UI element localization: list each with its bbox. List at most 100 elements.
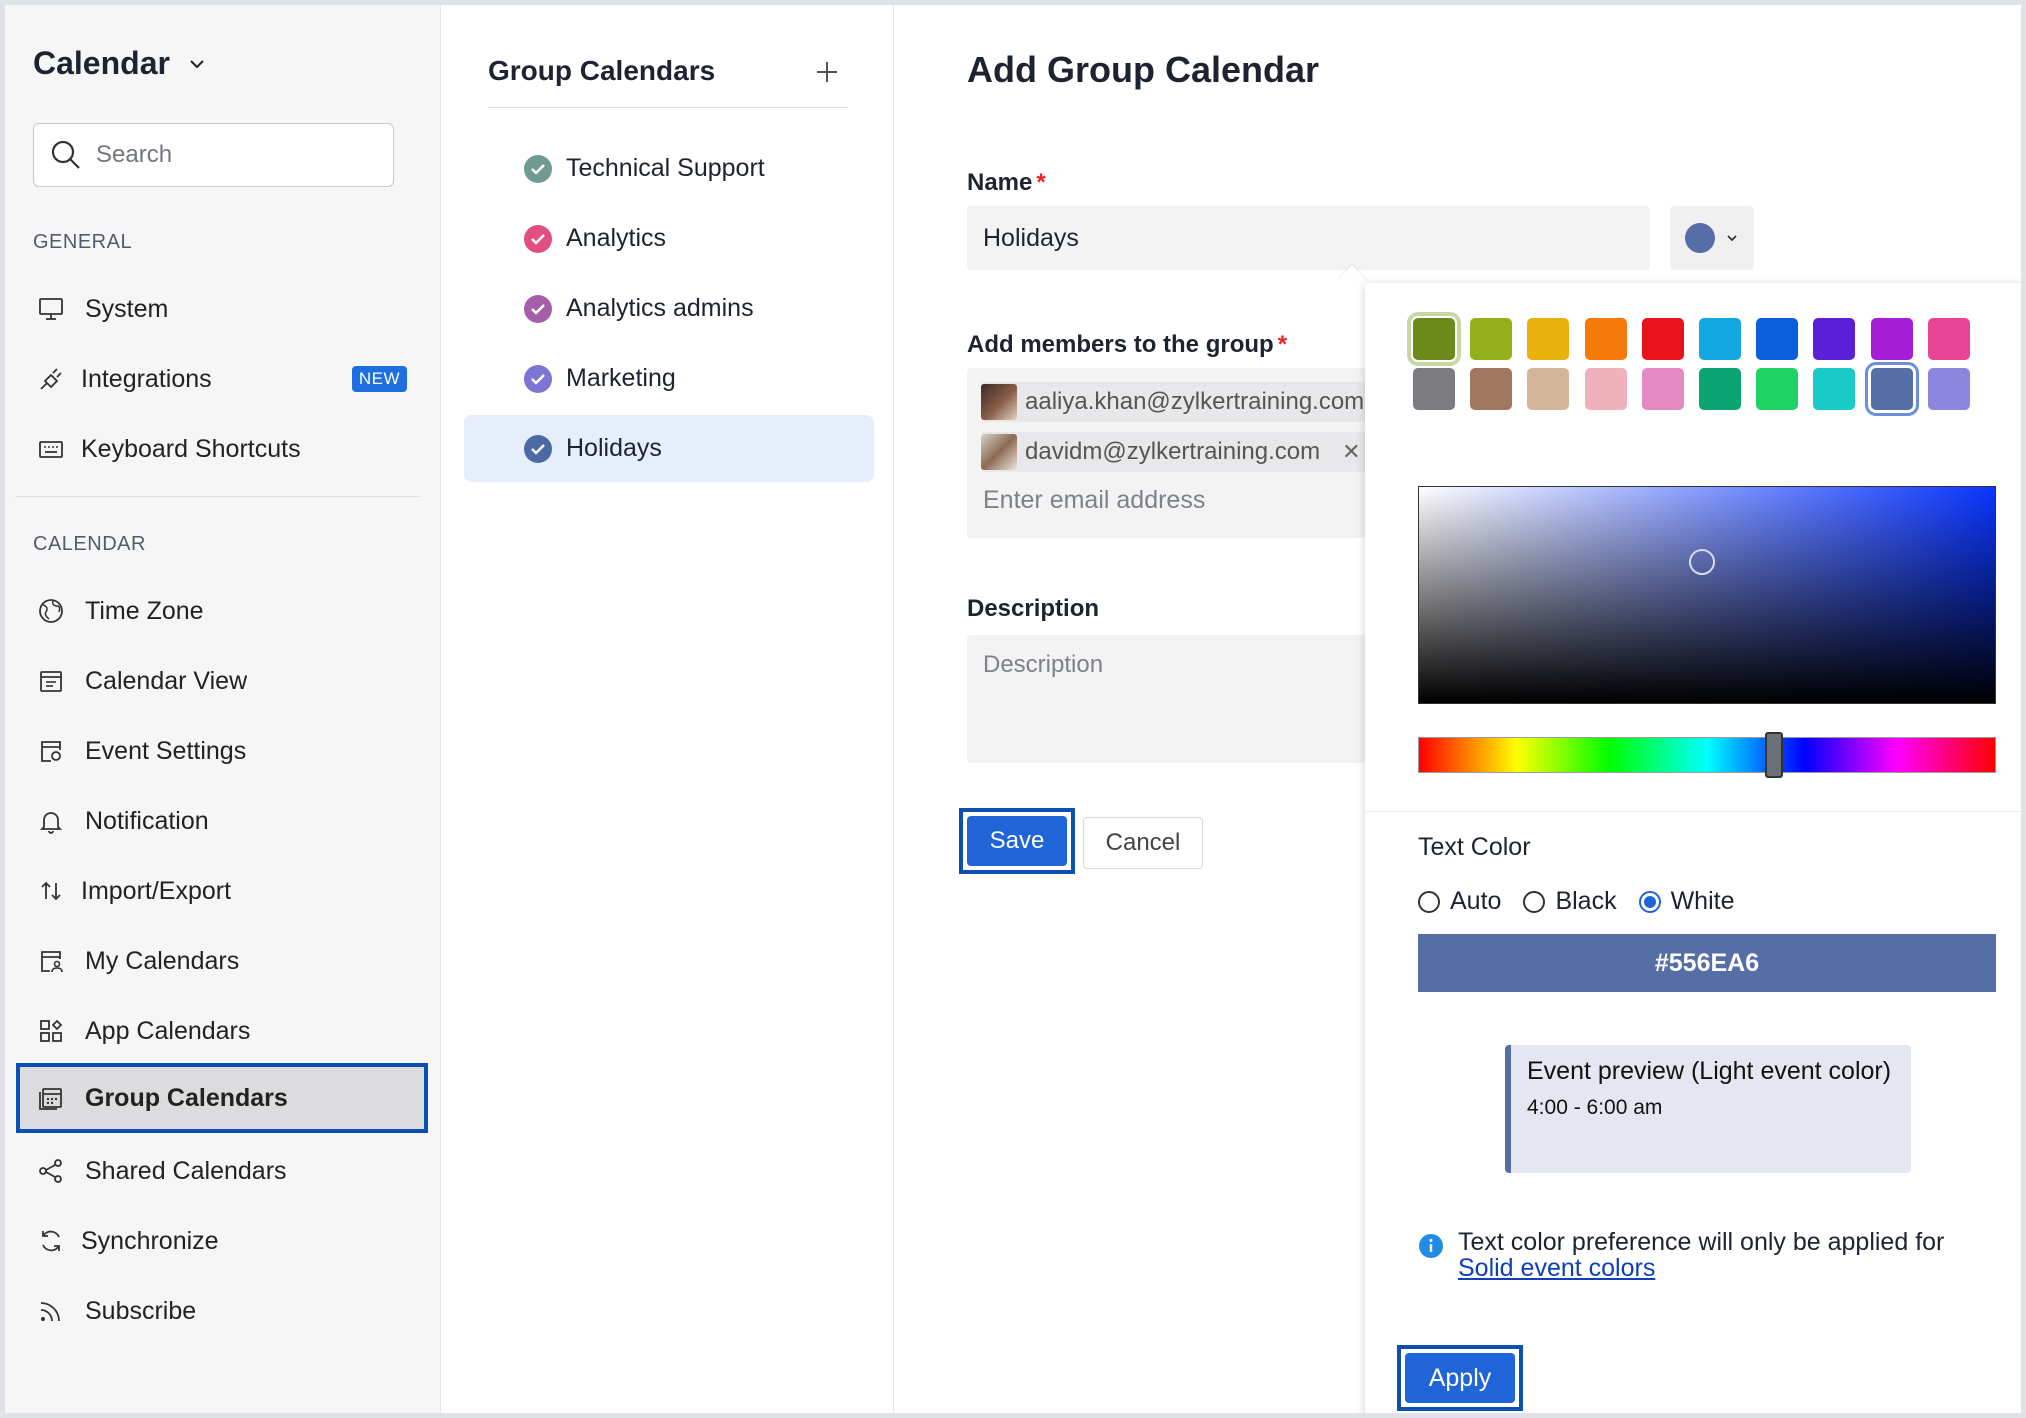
preview-title: Event preview (Light event color)	[1527, 1057, 1892, 1085]
sidebar-item-label: Notification	[85, 806, 209, 835]
color-swatch[interactable]	[1413, 368, 1455, 410]
app-switcher[interactable]: Calendar	[33, 45, 206, 82]
radio-circle[interactable]	[1418, 890, 1440, 913]
sidebar-item-keyboard-shortcuts[interactable]: Keyboard Shortcuts	[15, 417, 427, 481]
group-item-label: Marketing	[566, 364, 676, 392]
color-swatch[interactable]	[1927, 318, 1970, 360]
panel-title: Group Calendars	[488, 55, 716, 86]
sidebar-item-notification[interactable]: Notification	[15, 789, 427, 853]
sidebar-item-calendar-view[interactable]: Calendar View	[15, 649, 427, 713]
color-swatch[interactable]	[1699, 318, 1741, 360]
color-swatch[interactable]	[1756, 368, 1799, 410]
sidebar-item-system[interactable]: System	[15, 277, 427, 341]
color-swatch[interactable]	[1699, 368, 1741, 410]
description-field[interactable]: Description	[967, 635, 1397, 763]
group-item-label: Holidays	[566, 434, 662, 462]
description-label: Description	[967, 595, 1100, 622]
search-icon	[51, 140, 80, 169]
new-badge: NEW	[351, 366, 407, 392]
save-button-highlight: Save	[959, 808, 1075, 874]
apps-icon	[40, 1019, 63, 1042]
check-circle-icon[interactable]	[524, 364, 552, 393]
email-input-placeholder[interactable]: Enter email address	[983, 486, 1205, 515]
color-swatch[interactable]	[1584, 368, 1627, 410]
color-swatch[interactable]	[1864, 362, 1919, 416]
color-swatch[interactable]	[1813, 318, 1856, 360]
calendar-view-icon	[40, 671, 62, 692]
add-icon[interactable]	[812, 57, 842, 87]
color-swatch[interactable]	[1527, 368, 1570, 410]
check-circle-icon[interactable]	[524, 154, 552, 183]
radio-circle[interactable]	[1523, 890, 1546, 913]
color-swatch[interactable]	[1641, 368, 1684, 410]
color-swatch[interactable]	[1407, 312, 1461, 366]
import-export-icon	[41, 881, 61, 901]
sidebar-item-label: Integrations	[81, 364, 212, 393]
check-circle-icon[interactable]	[524, 434, 552, 463]
info-icon	[1419, 1234, 1443, 1258]
color-swatch[interactable]	[1813, 368, 1856, 410]
info-text: Text color preference will only be appli…	[1458, 1228, 1945, 1256]
sidebar-item-integrations[interactable]: Integrations NEW	[15, 347, 427, 411]
sidebar-item-shared-calendars[interactable]: Shared Calendars	[15, 1139, 427, 1203]
member-chip[interactable]: davidm@zylkertraining.com ✕	[981, 432, 1373, 472]
sidebar-item-label: Synchronize	[81, 1226, 219, 1255]
cancel-button[interactable]: Cancel	[1083, 817, 1203, 869]
radio-circle-selected[interactable]	[1638, 890, 1661, 913]
search-input[interactable]	[96, 141, 376, 169]
color-swatch[interactable]	[1584, 318, 1627, 360]
radio-white[interactable]: White	[1638, 887, 1734, 916]
hex-value-field[interactable]: #556EA6	[1418, 934, 1996, 992]
rss-icon	[40, 1302, 60, 1322]
group-item-holidays[interactable]: Holidays	[464, 415, 874, 482]
calendar-user-icon	[41, 951, 63, 973]
group-item-marketing[interactable]: Marketing	[464, 345, 874, 412]
event-preview: Event preview (Light event color) 4:00 -…	[1505, 1045, 1911, 1173]
color-cursor[interactable]	[1689, 549, 1715, 575]
color-swatch[interactable]	[1527, 318, 1570, 360]
group-item-technical-support[interactable]: Technical Support	[464, 135, 874, 202]
solid-event-colors-link[interactable]: Solid event colors	[1458, 1254, 1655, 1282]
apply-button[interactable]: Apply	[1405, 1353, 1515, 1403]
chevron-down-icon	[1727, 235, 1737, 242]
sidebar-item-my-calendars[interactable]: My Calendars	[15, 929, 427, 993]
sidebar-item-group-calendars[interactable]: Group Calendars	[16, 1063, 428, 1133]
check-circle-icon[interactable]	[524, 294, 552, 323]
member-chip[interactable]: aaliya.khan@zylkertraining.com	[981, 382, 1377, 422]
radio-auto[interactable]: Auto	[1418, 887, 1501, 916]
sidebar-item-label: Group Calendars	[85, 1083, 288, 1112]
search-box[interactable]	[33, 123, 394, 187]
name-field[interactable]: Holidays	[967, 206, 1650, 270]
color-swatch[interactable]	[1470, 318, 1513, 360]
hue-slider[interactable]	[1418, 732, 1996, 778]
plug-icon	[40, 368, 62, 390]
sidebar-item-label: App Calendars	[85, 1016, 251, 1045]
sidebar-item-label: Import/Export	[81, 876, 232, 905]
avatar	[981, 434, 1017, 470]
color-swatch[interactable]	[1470, 368, 1513, 410]
sidebar-item-import-export[interactable]: Import/Export	[15, 859, 427, 923]
sidebar-item-app-calendars[interactable]: App Calendars	[15, 999, 427, 1063]
sidebar-item-label: Subscribe	[85, 1296, 197, 1325]
check-circle-icon[interactable]	[524, 224, 552, 253]
radio-black[interactable]: Black	[1523, 887, 1617, 916]
remove-member-icon[interactable]: ✕	[1342, 439, 1360, 465]
color-picker-button[interactable]	[1670, 206, 1754, 270]
group-item-analytics[interactable]: Analytics	[464, 205, 874, 272]
sidebar-item-time-zone[interactable]: Time Zone	[15, 579, 427, 643]
hue-slider-thumb[interactable]	[1765, 732, 1783, 778]
sidebar-item-synchronize[interactable]: Synchronize	[15, 1209, 427, 1273]
color-swatch[interactable]	[1641, 318, 1684, 360]
color-swatch[interactable]	[1927, 368, 1970, 410]
color-swatch[interactable]	[1870, 318, 1913, 360]
group-item-analytics-admins[interactable]: Analytics admins	[464, 275, 874, 342]
save-button[interactable]: Save	[967, 816, 1067, 866]
sidebar-item-subscribe[interactable]: Subscribe	[15, 1279, 427, 1343]
members-field[interactable]: aaliya.khan@zylkertraining.com davidm@zy…	[967, 368, 1397, 538]
color-swatch[interactable]	[1756, 318, 1799, 360]
bell-icon	[39, 812, 63, 834]
apply-button-highlight: Apply	[1397, 1345, 1523, 1411]
group-calendar-icon	[39, 1088, 62, 1110]
saturation-value-area[interactable]	[1418, 486, 1996, 704]
sidebar-item-event-settings[interactable]: Event Settings	[15, 719, 427, 783]
